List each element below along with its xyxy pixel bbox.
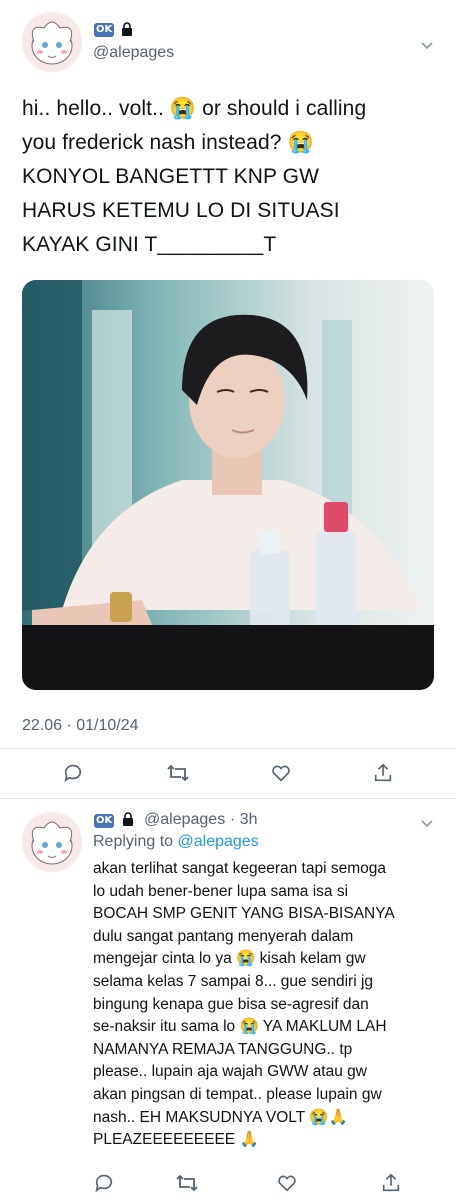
- chevron-down-icon[interactable]: [420, 38, 434, 56]
- divider: [0, 748, 456, 749]
- like-icon[interactable]: [270, 762, 292, 784]
- avatar-illustration: [22, 12, 82, 72]
- replying-to: Replying to @alepages: [93, 833, 259, 851]
- replying-to-label: Replying to: [93, 833, 174, 850]
- reply-line: akan pingsan di tempat.. please lupain g…: [93, 1085, 382, 1103]
- avatar-illustration: [22, 812, 82, 872]
- reply-line: BOCAH SMP GENIT YANG BISA-BISANYA: [93, 905, 395, 923]
- lock-icon: [121, 811, 135, 832]
- username[interactable]: @alepages: [93, 44, 174, 62]
- tweet-line: KONYOL BANGETTT KNP GW: [22, 165, 320, 188]
- reply-line: please.. lupain aja wajah GWW atau gw: [93, 1063, 367, 1081]
- reply-line: lo udah bener-bener lupa sama isa si: [93, 882, 349, 900]
- photo-illustration: [22, 280, 434, 690]
- share-icon[interactable]: [372, 762, 394, 784]
- reply-line: PLEAZEEEEEEEEE 🙏: [93, 1131, 259, 1149]
- share-icon[interactable]: [380, 1172, 402, 1194]
- reply-line: dulu sangat pantang menyerah dalam: [93, 927, 354, 945]
- reply-line: nash.. EH MAKSUDNYA VOLT 😭🙏: [93, 1108, 348, 1126]
- chevron-down-icon[interactable]: [420, 816, 434, 834]
- timestamp[interactable]: 22.06 · 01/10/24: [22, 717, 139, 735]
- reply-text: akan terlihat sangat kegeeran tapi semog…: [93, 858, 443, 1152]
- tweet-text: hi.. hello.. volt.. 😭 or should i callin…: [22, 92, 442, 262]
- retweet-icon[interactable]: [175, 1172, 199, 1194]
- reply-line: mengejar cinta lo ya 😭 kisah kelam gw: [93, 950, 366, 968]
- reply-line: se-naksir itu sama lo 😭 YA MAKLUM LAH: [93, 1018, 387, 1036]
- reply-line: NAMANYA REMAJA TANGGUNG.. tp: [93, 1040, 353, 1058]
- like-icon[interactable]: [276, 1172, 298, 1194]
- replying-to-link[interactable]: @alepages: [178, 833, 259, 850]
- reply-line: bingung kenapa gue bisa se-agresif dan: [93, 995, 369, 1013]
- tweet-line: KAYAK GINI T_________T: [22, 233, 277, 256]
- reply-avatar[interactable]: [22, 812, 82, 872]
- tweet-line: HARUS KETEMU LO DI SITUASI: [22, 199, 340, 222]
- tweet-line: you frederick nash instead? 😭: [22, 131, 314, 154]
- lock-icon: [120, 21, 134, 42]
- reply-icon[interactable]: [62, 762, 84, 784]
- reply-icon[interactable]: [93, 1172, 115, 1194]
- reply-username[interactable]: @alepages: [144, 811, 225, 829]
- reply-line: akan terlihat sangat kegeeran tapi semog…: [93, 860, 386, 877]
- retweet-icon[interactable]: [166, 762, 190, 784]
- tweet-line: hi.. hello.. volt.. 😭 or should i callin…: [22, 97, 367, 120]
- reply-time: · 3h: [230, 811, 258, 828]
- avatar[interactable]: [22, 12, 82, 72]
- ok-badge: OK: [94, 814, 115, 828]
- divider: [0, 798, 456, 799]
- tweet-photo[interactable]: [22, 280, 434, 690]
- ok-badge: OK: [94, 23, 115, 37]
- reply-line: selama kelas 7 sampai 8... gue sendiri j…: [93, 972, 374, 990]
